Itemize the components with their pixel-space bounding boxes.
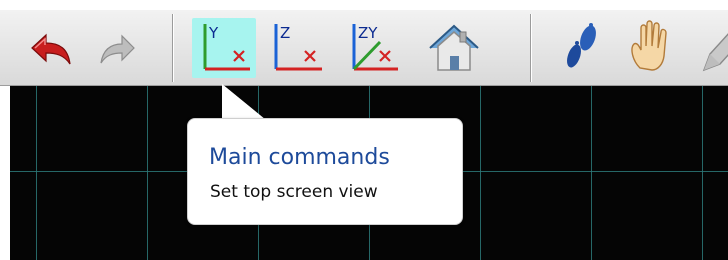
redo-icon — [100, 34, 135, 64]
draw-button[interactable] — [694, 18, 728, 78]
axis-xz-icon: Z — [274, 24, 322, 71]
toolbar-separator — [172, 14, 174, 82]
app-frame: Y Z ZY Main commands Set top screen view — [0, 0, 728, 260]
toolbar-separator — [530, 14, 532, 82]
redo-button[interactable] — [86, 18, 150, 78]
walk-button[interactable] — [552, 18, 616, 78]
axis-label-y: Y — [208, 24, 219, 42]
top-view-button[interactable]: Y — [192, 18, 256, 78]
axis-xy-icon: Y — [203, 24, 250, 71]
tooltip-description: Set top screen view — [210, 182, 378, 202]
home-icon — [429, 24, 479, 71]
tooltip-pointer — [222, 84, 266, 120]
hand-icon — [631, 20, 667, 71]
undo-button[interactable] — [22, 18, 86, 78]
axis-label-z: Z — [280, 24, 290, 42]
home-view-button[interactable] — [422, 18, 486, 78]
axis-xyz-icon: ZY — [352, 24, 398, 71]
footprints-icon — [567, 23, 596, 68]
front-view-button[interactable]: Z — [262, 18, 326, 78]
tooltip: Main commands Set top screen view — [187, 118, 463, 225]
undo-icon — [31, 33, 71, 65]
tooltip-title: Main commands — [209, 145, 390, 170]
axis-label-zy: ZY — [358, 24, 378, 42]
main-toolbar: Y Z ZY — [0, 10, 728, 86]
pencil-icon — [702, 33, 728, 72]
iso-view-button[interactable]: ZY — [340, 18, 404, 78]
pan-button[interactable] — [620, 18, 684, 78]
